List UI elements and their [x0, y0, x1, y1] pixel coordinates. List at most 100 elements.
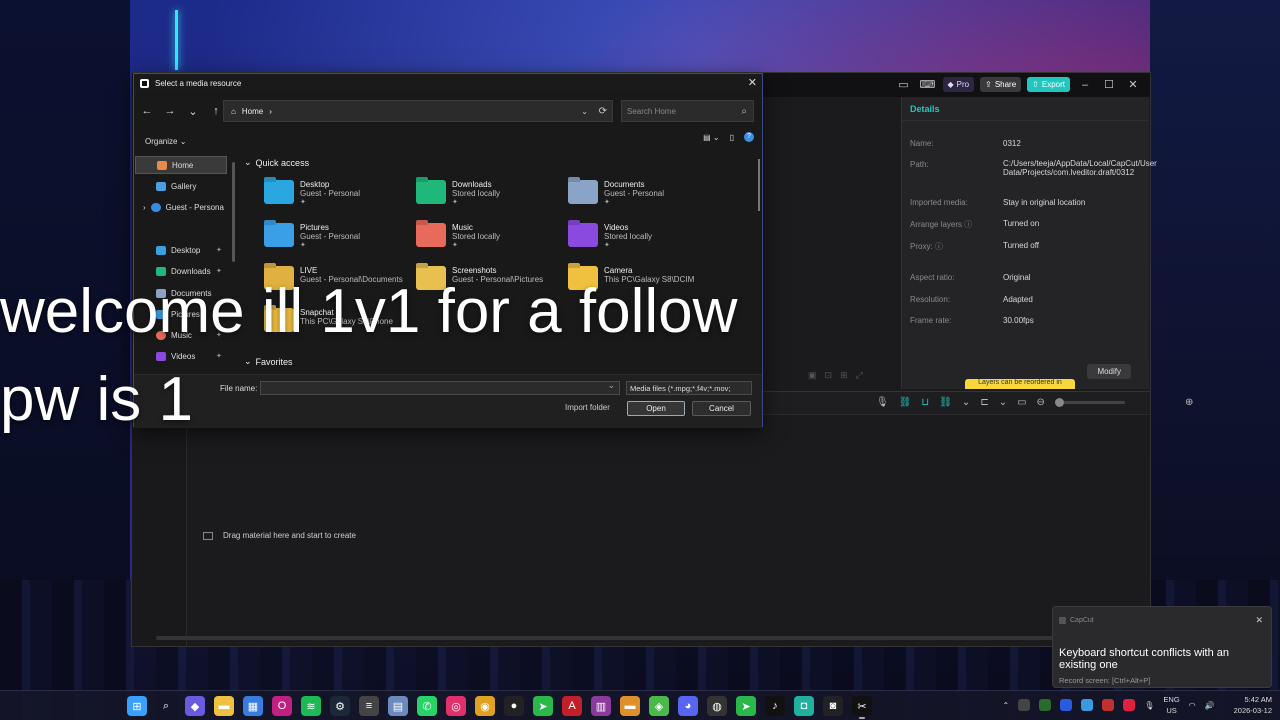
nav-home-label: Home [172, 160, 194, 170]
quick-access-item-downloads[interactable]: Downloads Stored locally ✦ [416, 180, 556, 206]
back-arrow-icon[interactable]: ← [137, 105, 157, 117]
folder-icon[interactable]: ▬ [620, 696, 640, 716]
ratio-icon[interactable]: ▣ [808, 370, 817, 381]
caption-icon[interactable]: ▭ [1017, 397, 1026, 408]
link-icon[interactable]: ⛓ [899, 397, 912, 408]
tray-app-icon[interactable] [1018, 699, 1031, 711]
nav-item-desktop[interactable]: Desktop [156, 241, 200, 259]
bluetooth-icon[interactable] [1060, 699, 1073, 711]
export-button[interactable]: ⇧ Export [1027, 77, 1070, 92]
app-green-icon[interactable]: ➤ [533, 696, 553, 716]
chrome-icon[interactable]: ◉ [475, 696, 495, 716]
language-indicator[interactable]: ENG US [1163, 694, 1179, 716]
steam-icon[interactable]: ⚙ [330, 696, 350, 716]
pro-button[interactable]: ◆ Pro [942, 77, 975, 92]
zoom-out-icon[interactable]: ⊖ [1037, 397, 1045, 408]
view-options-icon[interactable]: ▤ ⌄ [703, 133, 719, 142]
refresh-icon[interactable]: ⟳ [599, 106, 607, 117]
magnet-icon[interactable]: ⊔ [921, 397, 929, 408]
close-icon[interactable]: ✕ [1255, 615, 1263, 626]
nav-scrollbar[interactable] [232, 162, 235, 262]
app-green2-icon[interactable]: ➤ [736, 696, 756, 716]
microphone-icon[interactable]: 🎙 [876, 397, 889, 408]
capcut-app-icon [1059, 617, 1066, 624]
volume-icon[interactable]: 🔊 [1205, 701, 1215, 710]
notification-toast[interactable]: CapCut ✕ Keyboard shortcut conflicts wit… [1052, 606, 1272, 688]
help-icon[interactable]: ? [744, 132, 754, 142]
capcut-icon[interactable]: ✂ [852, 696, 872, 719]
quick-access-item-documents[interactable]: Documents Guest - Personal ✦ [568, 180, 708, 206]
preview-axis-icon[interactable]: ⊏ [980, 397, 988, 408]
wifi-icon[interactable]: ◠ [1189, 701, 1196, 710]
content-scrollbar[interactable] [758, 159, 760, 211]
organize-button[interactable]: Organize ⌄ [145, 137, 186, 146]
opera-icon[interactable]: O [272, 696, 292, 716]
item-sub: Stored locally [452, 189, 501, 198]
close-icon[interactable]: ✕ [748, 76, 757, 89]
modify-button[interactable]: Modify [1087, 364, 1131, 379]
item-name: Downloads [452, 180, 492, 189]
chevron-down-icon[interactable]: ⌄ [999, 397, 1007, 408]
chevron-down-icon[interactable]: ⌄ [581, 107, 588, 116]
chevron-down-icon[interactable]: ⌄ [962, 397, 970, 408]
discord-icon[interactable]: ◕ [678, 696, 698, 716]
search-input[interactable]: Search Home ⌕ [621, 100, 754, 122]
app-icon[interactable]: ≡ [359, 696, 379, 716]
nav-item-guest[interactable]: › Guest - Persona [143, 198, 224, 216]
quick-access-item-videos[interactable]: Videos Stored locally ✦ [568, 223, 708, 249]
instagram-icon[interactable]: ◎ [446, 696, 466, 716]
spotify-icon[interactable]: ≋ [301, 696, 321, 716]
maximize-button[interactable]: ☐ [1100, 78, 1118, 91]
preview-pane-icon[interactable]: ▯ [730, 133, 734, 142]
file-explorer-icon[interactable]: ▬ [214, 696, 234, 716]
timeline-scrollbar[interactable] [156, 636, 1150, 640]
organize-label: Organize [145, 136, 178, 146]
clock[interactable]: 5:42 AM 2026-03-12 [1234, 694, 1272, 716]
screenshot-icon[interactable]: ⊞ [840, 370, 848, 381]
minimize-button[interactable]: – [1076, 79, 1094, 91]
shortcut-icon[interactable]: ⌨ [919, 78, 937, 91]
tray-app-icon[interactable] [1102, 699, 1115, 711]
quick-access-header[interactable]: ⌄ Quick access [244, 157, 309, 168]
close-button[interactable]: ✕ [1124, 78, 1142, 91]
windows-start-icon[interactable]: ⊞ [127, 696, 147, 716]
tray-app-icon[interactable] [1081, 699, 1094, 711]
info-icon[interactable]: ⓘ [964, 220, 972, 229]
zoom-in-icon[interactable]: ⊕ [1185, 397, 1193, 408]
acrobat-icon[interactable]: A [562, 696, 582, 716]
forward-arrow-icon[interactable]: → [160, 105, 180, 117]
store-icon[interactable]: ▦ [243, 696, 263, 716]
obs-studio-icon[interactable]: ◍ [707, 696, 727, 716]
search-icon[interactable]: ⌕ [156, 696, 176, 716]
nav-item-gallery[interactable]: Gallery [156, 177, 196, 195]
quick-access-item-music[interactable]: Music Stored locally ✦ [416, 223, 556, 249]
copilot-icon[interactable]: ◆ [185, 696, 205, 716]
split-link-icon[interactable]: ⛓ [939, 397, 952, 408]
tray-app-icon[interactable] [1123, 699, 1136, 711]
address-bar[interactable]: ⌂ Home › ⌄ ⟳ [223, 100, 613, 122]
zoom-slider[interactable] [1054, 398, 1125, 407]
app-teal-icon[interactable]: ◘ [794, 696, 814, 716]
fullscreen-icon[interactable]: ⤢ [856, 370, 863, 381]
recent-chevron-icon[interactable]: ⌄ [183, 105, 203, 118]
layout-icon[interactable]: ▭ [895, 78, 913, 91]
microphone-icon[interactable]: 🎙 [1144, 701, 1154, 710]
nvidia-icon[interactable] [1039, 699, 1052, 711]
whatsapp-icon[interactable]: ✆ [417, 696, 437, 716]
share-button[interactable]: ⇪ Share [980, 77, 1022, 92]
chevron-down-icon: ⌄ [244, 157, 252, 167]
info-icon[interactable]: ⓘ [935, 242, 943, 251]
crop-icon[interactable]: ⊡ [825, 370, 833, 381]
bluestacks-icon[interactable]: ◈ [649, 696, 669, 716]
app-dark-icon[interactable]: ◙ [823, 696, 843, 716]
share-label: Share [994, 80, 1017, 89]
tiktok-icon[interactable]: ♪ [765, 696, 785, 716]
chevron-right-icon[interactable]: › [143, 203, 146, 212]
nav-item-home[interactable]: Home [135, 156, 227, 174]
notepad-icon[interactable]: ▤ [388, 696, 408, 716]
chevron-up-icon[interactable]: ⌃ [1003, 701, 1010, 710]
quick-access-item-pictures[interactable]: Pictures Guest - Personal ✦ [264, 223, 404, 249]
quick-access-item-desktop[interactable]: Desktop Guest - Personal ✦ [264, 180, 404, 206]
obs-icon[interactable]: ● [504, 696, 524, 716]
winrar-icon[interactable]: ▥ [591, 696, 611, 716]
